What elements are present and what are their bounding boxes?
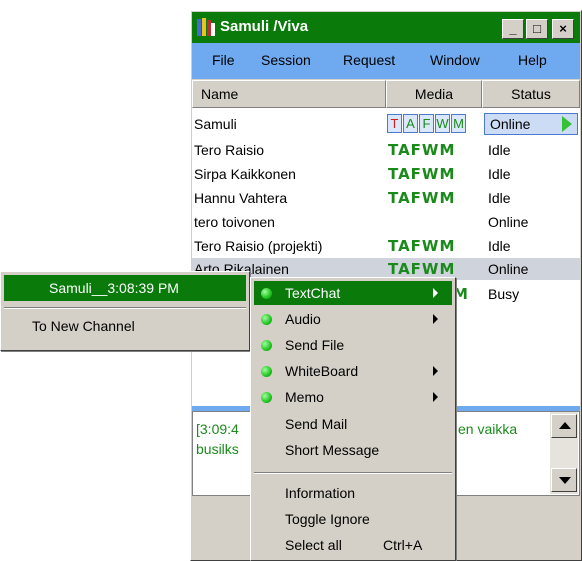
context-item-memo[interactable]: Memo [285, 389, 324, 405]
contact-name[interactable]: tero toivonen [194, 214, 275, 230]
status-dot-icon [261, 314, 272, 325]
contact-name[interactable]: Tero Raisio [194, 142, 264, 158]
status-dot-icon [261, 288, 272, 299]
title-bar[interactable]: Samuli /Viva _ □ × [192, 12, 580, 43]
context-item-audio[interactable]: Audio [285, 311, 321, 327]
contact-media: TAFWM [388, 165, 456, 183]
submenu-arrow-icon [433, 392, 438, 402]
contact-media: TAFWM [388, 237, 456, 255]
context-item-selected-bg [254, 281, 452, 305]
contact-status: Online [488, 214, 529, 230]
status-dot-icon [261, 366, 272, 377]
media-toggle-m[interactable]: M [451, 114, 466, 133]
context-item-textchat[interactable]: TextChat [285, 285, 340, 301]
scroll-down-button[interactable] [551, 468, 577, 492]
menu-bar: File Session Request Window Help [192, 43, 580, 79]
contact-status: Busy [488, 286, 520, 302]
contact-media: TAFWM [388, 260, 456, 278]
contact-media: TAFWM [388, 189, 456, 207]
context-item-information[interactable]: Information [285, 485, 355, 501]
channel-item-new[interactable]: To New Channel [32, 318, 135, 334]
contact-status: Idle [488, 238, 511, 254]
column-header-name[interactable]: Name [192, 80, 386, 108]
window-title: Samuli /Viva [220, 18, 309, 35]
menu-session[interactable]: Session [261, 52, 311, 68]
submenu-arrow-icon [433, 314, 438, 324]
status-value: Online [490, 116, 531, 132]
menu-separator [4, 307, 246, 309]
arrow-down-icon [559, 477, 571, 484]
contact-media: TAFWM [388, 141, 456, 159]
context-item-short-message[interactable]: Short Message [285, 442, 379, 458]
chat-line: [3:09:4 [196, 421, 239, 437]
column-header-status[interactable]: Status [482, 80, 580, 108]
media-toggle-a[interactable]: A [403, 114, 418, 133]
play-arrow-icon [562, 116, 572, 132]
maximize-button[interactable]: □ [526, 19, 548, 39]
contact-name[interactable]: Sirpa Kaikkonen [194, 166, 296, 182]
context-item-send-file[interactable]: Send File [285, 337, 344, 353]
arrow-up-icon [559, 422, 571, 429]
contact-status: Online [488, 261, 529, 277]
channel-item-samuli[interactable]: Samuli__3:08:39 PM [49, 280, 179, 296]
menu-window[interactable]: Window [430, 52, 480, 68]
media-toggle-w[interactable]: W [435, 114, 450, 133]
status-dropdown[interactable]: Online [484, 113, 578, 135]
context-item-select-all[interactable]: Select all [285, 537, 342, 553]
menu-help[interactable]: Help [518, 52, 547, 68]
contact-status: Idle [488, 190, 511, 206]
contact-status: Idle [488, 142, 511, 158]
media-toggle-f[interactable]: F [419, 114, 434, 133]
chat-line: en vaikka [458, 421, 518, 437]
self-name[interactable]: Samuli [194, 116, 237, 132]
submenu-arrow-icon [433, 288, 438, 298]
context-item-toggle-ignore[interactable]: Toggle Ignore [285, 511, 370, 527]
column-header-media[interactable]: Media [386, 80, 482, 108]
menu-separator [254, 472, 452, 474]
context-item-send-mail[interactable]: Send Mail [285, 416, 347, 432]
shortcut-label: Ctrl+A [383, 537, 423, 553]
scroll-up-button[interactable] [551, 414, 577, 438]
minimize-button[interactable]: _ [502, 19, 524, 39]
menu-request[interactable]: Request [343, 52, 395, 68]
app-book-icon [197, 18, 215, 36]
context-item-whiteboard[interactable]: WhiteBoard [285, 363, 358, 379]
menu-file[interactable]: File [212, 52, 235, 68]
submenu-arrow-icon [433, 366, 438, 376]
status-dot-icon [261, 340, 272, 351]
media-toggle-t[interactable]: T [387, 114, 402, 133]
chat-line: busilks [196, 441, 239, 457]
contact-name[interactable]: Hannu Vahtera [194, 190, 287, 206]
close-button[interactable]: × [552, 19, 574, 39]
contact-status: Idle [488, 166, 511, 182]
contact-name[interactable]: Tero Raisio (projekti) [194, 238, 322, 254]
status-dot-icon [261, 392, 272, 403]
